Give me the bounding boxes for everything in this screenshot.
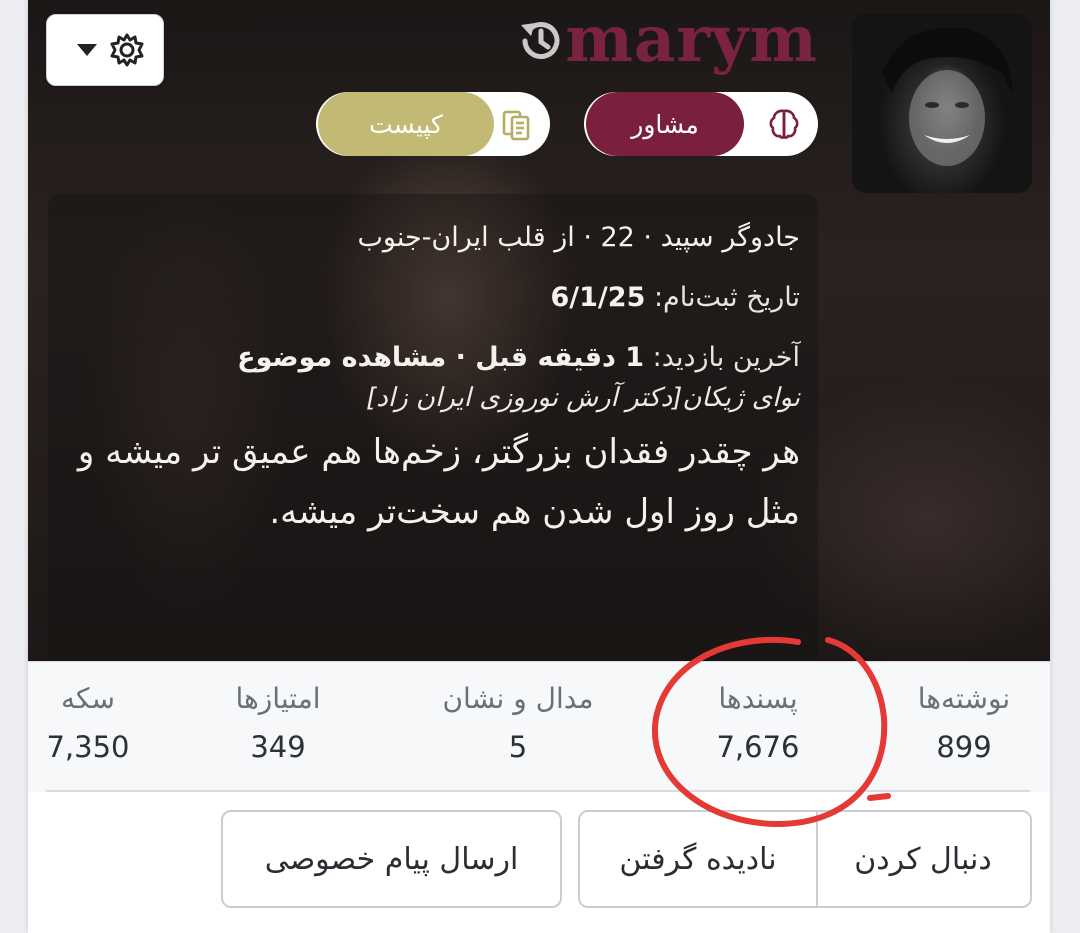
gear-icon xyxy=(110,33,144,67)
stat-coins[interactable]: سکه 7,350 xyxy=(38,662,138,792)
annotation-circle xyxy=(651,636,891,828)
stat-value: 899 xyxy=(936,730,992,764)
truncated-content-strip xyxy=(28,922,1050,933)
brain-icon xyxy=(769,109,799,139)
history-icon[interactable] xyxy=(515,15,567,67)
last-visit-value: 1 دقیقه قبل · مشاهده موضوع xyxy=(237,342,645,373)
profile-info-panel: جادوگر سپید · 22 · از قلب ایران-جنوب تار… xyxy=(48,194,818,661)
registered-value: 6/1/25 xyxy=(550,282,646,313)
bio-line: جادوگر سپید · 22 · از قلب ایران-جنوب xyxy=(357,222,800,253)
stat-value: 349 xyxy=(250,730,306,764)
profile-card: marym مشاور کپیست جادوگر سپید · 22 · از … xyxy=(28,0,1050,933)
stat-value: 7,350 xyxy=(46,730,130,764)
stat-points[interactable]: امتیازها 349 xyxy=(208,662,348,792)
stat-medals[interactable]: مدال و نشان 5 xyxy=(418,662,618,792)
last-visit-label: آخرین بازدید: xyxy=(652,342,800,373)
registered-line: تاریخ ثبت‌نام: 6/1/25 xyxy=(64,268,800,328)
clipboard-icon xyxy=(502,110,530,141)
stats-bar: نوشته‌ها 899 پسندها 7,676 مدال و نشان 5 … xyxy=(28,661,1050,792)
role-label: مشاور xyxy=(586,92,744,156)
registered-label: تاریخ ثبت‌نام: xyxy=(653,282,800,313)
stat-label: مدال و نشان xyxy=(442,682,594,715)
settings-dropdown-button[interactable] xyxy=(46,14,164,86)
copy-badge[interactable]: کپیست xyxy=(316,92,550,156)
stat-posts[interactable]: نوشته‌ها 899 xyxy=(884,662,1044,792)
last-topic-link[interactable]: نوای ژیکان[دکتر آرش نوروزی ایران زاد] xyxy=(64,378,800,418)
role-badge[interactable]: مشاور xyxy=(584,92,818,156)
copy-label: کپیست xyxy=(318,92,494,156)
stat-value: 5 xyxy=(508,730,528,764)
avatar[interactable] xyxy=(852,13,1032,193)
username-title[interactable]: marym xyxy=(565,2,818,78)
private-message-button[interactable]: ارسال پیام خصوصی xyxy=(221,810,562,908)
caret-down-icon xyxy=(77,44,97,56)
stat-label: نوشته‌ها xyxy=(917,682,1011,715)
stat-label: امتیازها xyxy=(235,682,321,715)
signature-quote: هر چقدر فقدان بزرگتر، زخم‌ها هم عمیق تر … xyxy=(77,432,800,532)
stat-label: سکه xyxy=(61,682,115,715)
